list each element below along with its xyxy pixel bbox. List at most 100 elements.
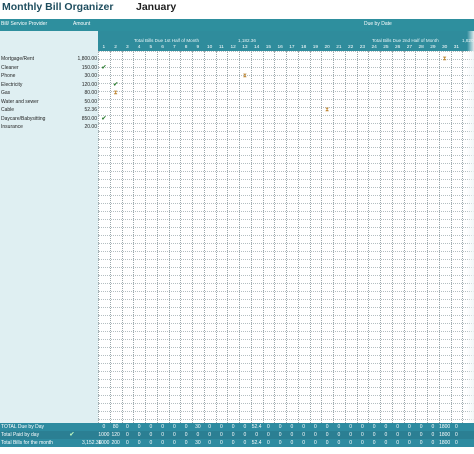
bill-row[interactable]: Electricity 120.00 xyxy=(0,81,98,89)
day-header-14: 14 xyxy=(253,45,260,50)
hourglass-icon[interactable]: ⧗ xyxy=(439,55,451,63)
month-cell: 0 xyxy=(219,440,223,446)
month-cell: 0 xyxy=(407,440,411,446)
day-header-2: 2 xyxy=(114,45,117,50)
due-cell: 0 xyxy=(419,424,423,430)
day-header-13: 13 xyxy=(242,45,248,50)
bill-row[interactable]: Mortgage/Rent 1,800.00 xyxy=(0,55,98,63)
paid-cell: 0 xyxy=(419,432,423,438)
bill-row[interactable]: Insurance 20.00 xyxy=(0,123,98,131)
due-cell: 0 xyxy=(384,424,388,430)
due-cell: 0 xyxy=(243,424,247,430)
day-header-9: 9 xyxy=(196,45,200,50)
grid-row-line xyxy=(98,291,474,292)
month-cell: 0 xyxy=(454,440,458,446)
checkmark-icon[interactable]: ✔ xyxy=(98,64,110,72)
second-half-label: Total Bills Due 2nd Half of Month xyxy=(372,38,439,43)
paid-cell: 0 xyxy=(219,432,223,438)
day-header-11: 11 xyxy=(218,45,224,50)
month-cell: 0 xyxy=(360,440,364,446)
bill-amount: 120.00 xyxy=(81,81,97,88)
paid-cell: 0 xyxy=(208,432,212,438)
bill-row[interactable]: Cable 52.36 xyxy=(0,106,98,114)
grid-row-line xyxy=(98,51,474,52)
month-label[interactable]: January xyxy=(136,1,176,13)
total-due-label: TOTAL Due by Day xyxy=(1,424,44,430)
checkmark-icon[interactable]: ✔ xyxy=(98,115,110,123)
grid-row-line xyxy=(98,115,474,116)
paid-cell: 0 xyxy=(396,432,400,438)
due-cell: 0 xyxy=(231,424,235,430)
month-total-value: 3,152.36 xyxy=(82,440,102,446)
paid-cell: 0 xyxy=(325,432,329,438)
day-header-23: 23 xyxy=(359,45,366,50)
paid-cell: 120 xyxy=(111,432,120,438)
day-header-8: 8 xyxy=(184,45,188,50)
bill-row[interactable]: Gas 80.00 xyxy=(0,89,98,97)
bill-amount: 80.00 xyxy=(84,90,97,96)
due-cell: 0 xyxy=(172,424,176,430)
month-cell: 0 xyxy=(396,440,400,446)
day-header-24: 24 xyxy=(371,45,377,50)
bill-amount: 50.00 xyxy=(84,98,97,105)
grid-row-line xyxy=(98,307,474,308)
day-header-4: 4 xyxy=(137,45,141,50)
month-cell: 0 xyxy=(384,440,388,446)
grid-row-line xyxy=(98,259,474,260)
month-cell: 0 xyxy=(313,440,317,446)
month-cell: 0 xyxy=(172,440,176,446)
day-header-31: 31 xyxy=(453,45,460,50)
paid-cell: 0 xyxy=(243,432,247,438)
hourglass-icon[interactable]: ⧗ xyxy=(321,106,333,114)
bill-amount: 30.00 xyxy=(84,73,97,79)
due-cell: 30 xyxy=(195,424,201,430)
month-cell: 0 xyxy=(208,440,212,446)
grid-row-line xyxy=(98,139,474,140)
grid-row-line xyxy=(98,363,474,364)
due-cell: 0 xyxy=(360,424,364,430)
paid-cell: 0 xyxy=(149,432,153,438)
bill-name: Gas xyxy=(1,90,11,96)
grid-row-line xyxy=(98,219,474,220)
grid-row-line xyxy=(98,387,474,388)
paid-cell: 0 xyxy=(172,432,176,438)
due-cell: 0 xyxy=(125,424,129,430)
due-cell: 0 xyxy=(431,424,435,430)
paid-cell: 0 xyxy=(384,432,388,438)
day-header-26: 26 xyxy=(394,45,401,50)
due-cell: 0 xyxy=(349,424,353,430)
hourglass-icon[interactable]: ⧗ xyxy=(239,72,251,80)
day-header-12: 12 xyxy=(230,45,236,50)
grid-row-line xyxy=(98,275,474,276)
paid-cell: 0 xyxy=(196,432,200,438)
grid-row-line xyxy=(98,187,474,188)
due-cell: 0 xyxy=(290,424,294,430)
paid-cell: 0 xyxy=(372,432,376,438)
bill-row[interactable]: Water and sewer 50.00 xyxy=(0,98,98,106)
day-header-27: 27 xyxy=(406,45,413,50)
grid-row-line xyxy=(98,323,474,324)
checkmark-icon[interactable]: ✔ xyxy=(110,81,122,89)
paid-cell: 0 xyxy=(313,432,317,438)
month-cell: 0 xyxy=(125,440,129,446)
paid-cell: 0 xyxy=(161,432,165,438)
bill-name: Daycare/Babysitting xyxy=(1,115,46,122)
page-title: Monthly Bill Organizer xyxy=(2,1,114,13)
paid-cell: 0 xyxy=(278,432,282,438)
grid-row-line xyxy=(98,331,474,332)
day-header-18: 18 xyxy=(300,45,307,50)
bill-row[interactable]: Daycare/Babysitting 850.00 xyxy=(0,115,98,123)
day-header-6: 6 xyxy=(161,45,164,50)
half-month-totals-header: Total Bills Due 1st Half of Month 1,182.… xyxy=(98,31,474,45)
grid-row-line xyxy=(98,403,474,404)
paid-cell: 0 xyxy=(349,432,353,438)
grid-row-line xyxy=(98,91,474,92)
day-header-29: 29 xyxy=(430,45,436,50)
hourglass-icon[interactable]: ⧗ xyxy=(110,89,122,97)
month-cell: 0 xyxy=(137,440,141,446)
bill-row[interactable]: Cleaner 150.00 xyxy=(0,64,98,72)
grid-row-line xyxy=(98,347,474,348)
bill-row[interactable]: Phone 30.00 xyxy=(0,72,98,80)
grid-row-line xyxy=(98,243,474,244)
bill-amount: 850.00 xyxy=(81,115,97,122)
